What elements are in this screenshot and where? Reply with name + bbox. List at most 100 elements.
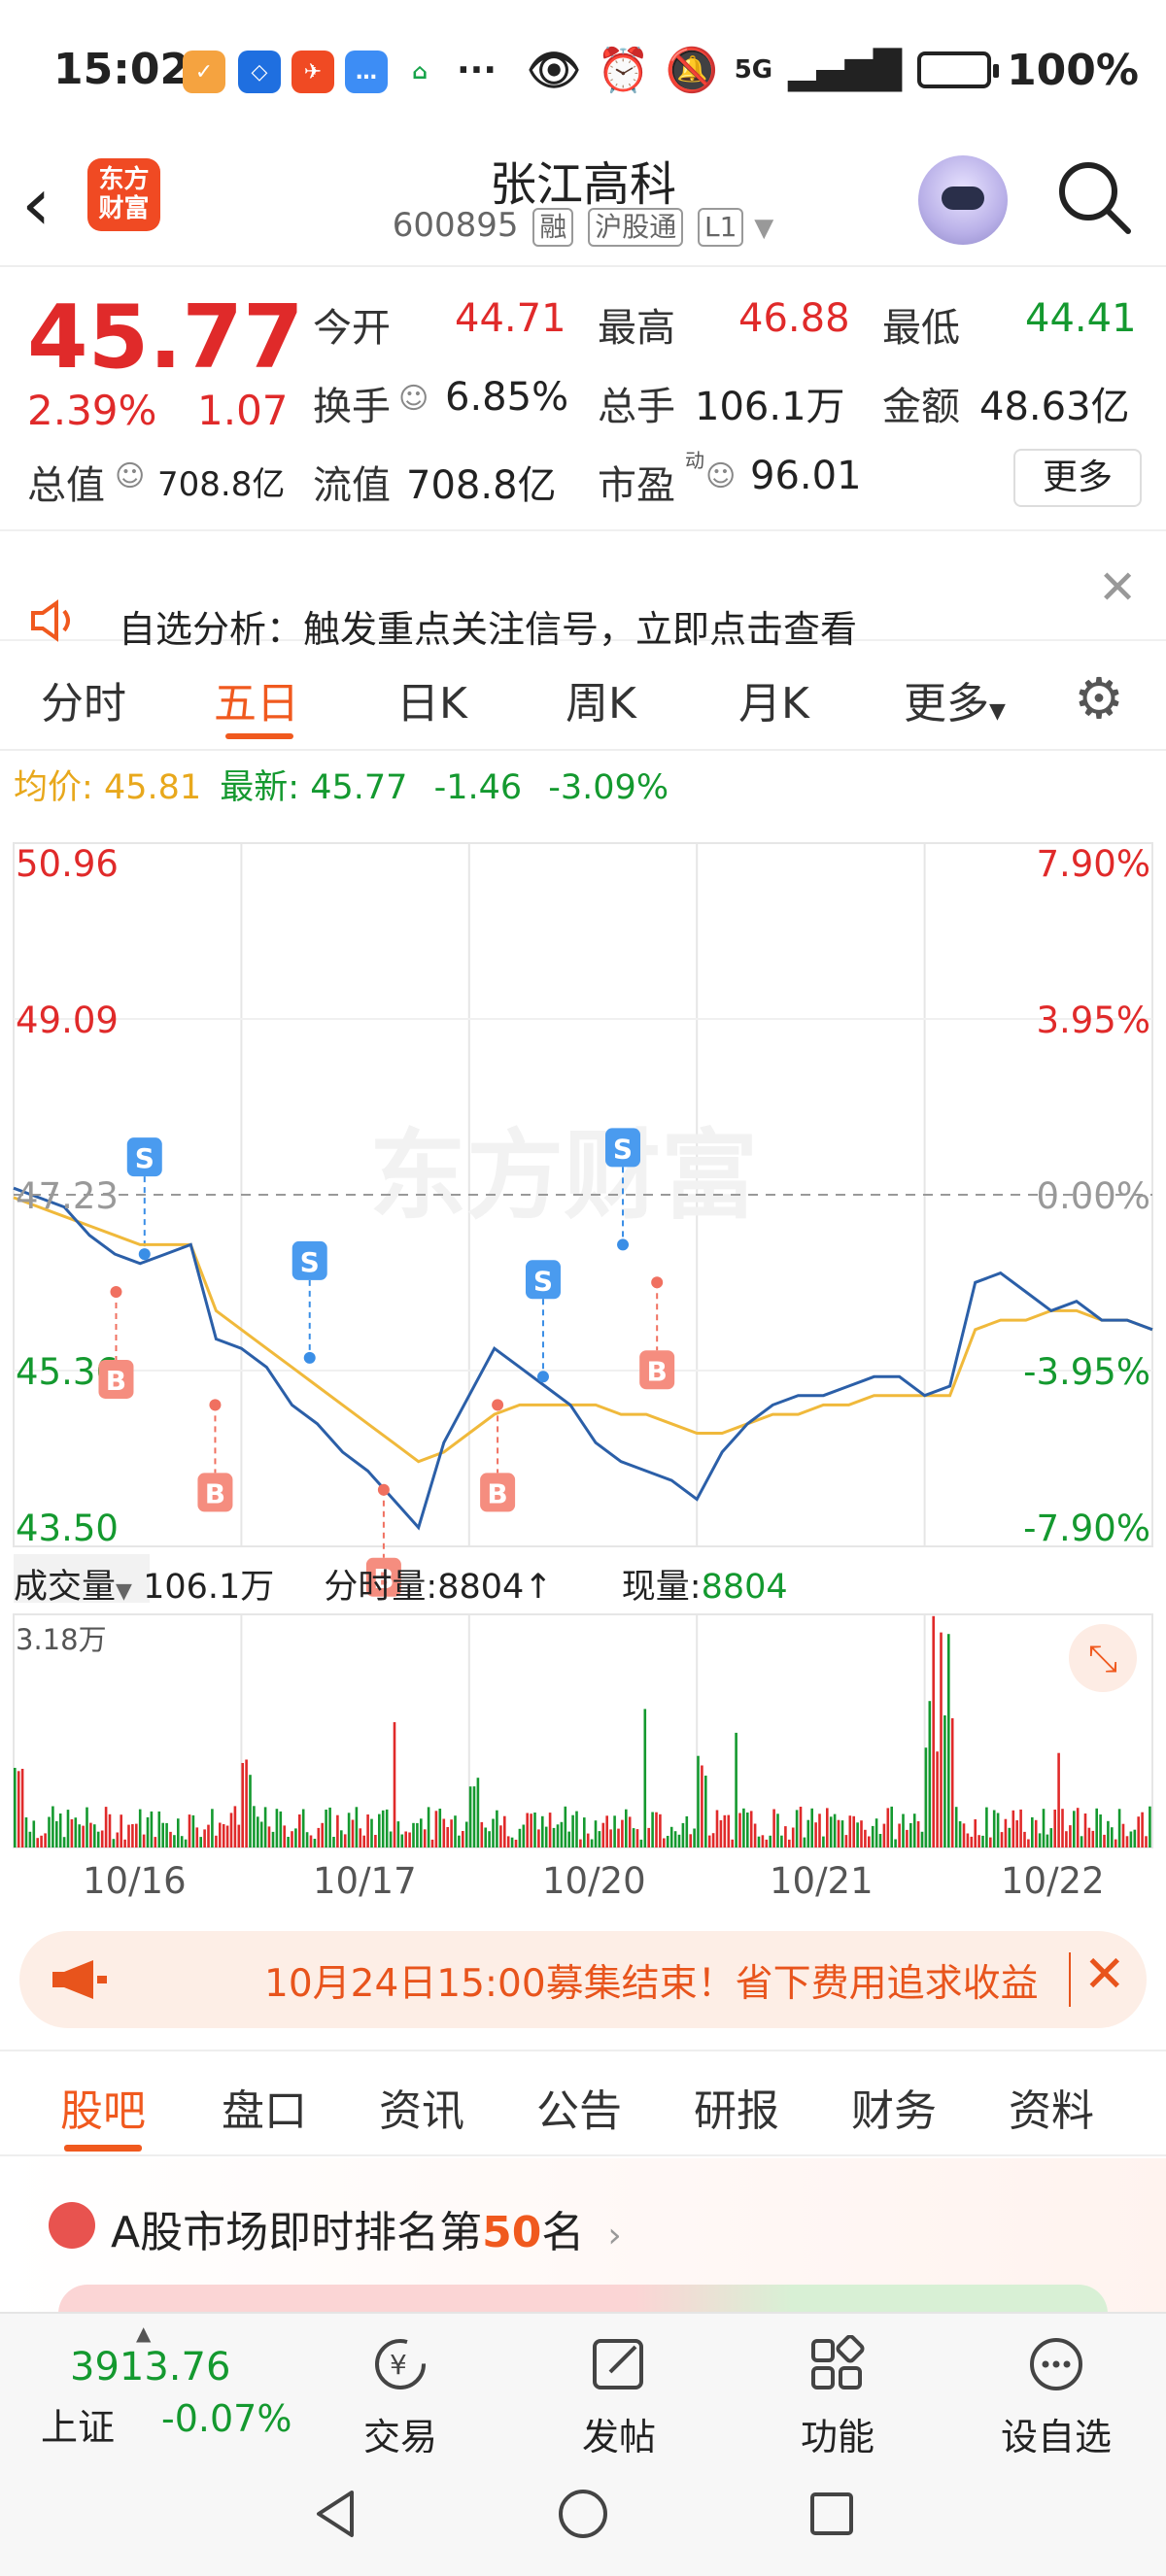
avg-value: 45.81: [103, 768, 202, 807]
gear-icon[interactable]: ⚙: [1074, 665, 1124, 731]
volume-bar: [541, 1815, 544, 1847]
volume-bar: [503, 1815, 506, 1847]
home-nav-icon[interactable]: [556, 2487, 610, 2541]
marker-point: [536, 1371, 549, 1383]
volume-bar: [442, 1818, 446, 1847]
info-icon[interactable]: ☺: [115, 459, 145, 493]
marker-point: [110, 1285, 122, 1298]
message-icon: …: [345, 51, 388, 93]
close-icon[interactable]: ✕: [1098, 560, 1137, 615]
volume-bar: [749, 1811, 753, 1847]
tab-more[interactable]: 更多▼: [904, 668, 1006, 730]
volume-bar: [659, 1813, 662, 1847]
close-icon[interactable]: ✕: [1083, 1946, 1126, 2004]
tab-monthly-k[interactable]: 月K: [738, 668, 809, 730]
info-icon[interactable]: ☺: [705, 459, 736, 493]
info-icon[interactable]: ☺: [398, 382, 429, 416]
rank-section[interactable]: A股市场即时排名第50名 ›: [0, 2158, 1166, 2314]
tab-profile[interactable]: 资料: [1009, 2076, 1094, 2138]
volume-bar: [522, 1824, 526, 1847]
volume-bar: [818, 1813, 821, 1847]
volume-bar: [1015, 1820, 1018, 1847]
volume-bar: [472, 1786, 476, 1847]
volume-bar: [279, 1811, 283, 1847]
volume-bar: [803, 1837, 806, 1847]
tab-research[interactable]: 研报: [694, 2076, 779, 2138]
expand-icon[interactable]: ⤡: [1069, 1624, 1137, 1692]
volume-bar: [1076, 1808, 1080, 1847]
volume-bar: [188, 1814, 191, 1847]
volume-bar: [222, 1824, 225, 1847]
tab-daily-k[interactable]: 日K: [396, 668, 467, 730]
marker-label: S: [135, 1142, 154, 1174]
promo-banner[interactable]: 10月24日15:00募集结束！省下费用追求收益 ✕: [19, 1931, 1147, 2028]
volume-bar: [970, 1836, 974, 1847]
volume-bar: [707, 1835, 711, 1847]
tab-weekly-k[interactable]: 周K: [566, 668, 636, 730]
low-label: 最低: [882, 306, 960, 351]
volume-bar: [336, 1814, 339, 1847]
connect-tag: 沪股通: [588, 208, 684, 247]
tab-orderbook[interactable]: 盘口: [222, 2076, 307, 2138]
volume-bar: [617, 1828, 620, 1847]
volume-bar: [609, 1829, 612, 1847]
volume-bar: [259, 1821, 263, 1847]
volume-bar: [1080, 1836, 1083, 1847]
volume-bar: [666, 1836, 669, 1847]
volume-bar: [598, 1831, 601, 1847]
marker-label: S: [300, 1246, 320, 1278]
volume-bar: [954, 1807, 958, 1847]
volume-bar: [1145, 1836, 1148, 1847]
more-button[interactable]: 更多: [1013, 449, 1142, 507]
price-volume-chart[interactable]: 东方财富 50.96 7.90%49.09 3.95%47.23 0.00%45.36…: [0, 816, 1166, 1904]
volume-bar: [219, 1822, 222, 1847]
volume-bar: [575, 1811, 578, 1847]
volume-bar: [347, 1813, 351, 1847]
tab-forum[interactable]: 股吧: [60, 2076, 146, 2138]
y-pct-tick-label: -7.90%: [1023, 1508, 1150, 1549]
volume-bar: [936, 1751, 939, 1847]
notice-bar[interactable]: 自选分析：触发重点关注信号，立即点击查看 ✕: [0, 529, 1166, 651]
tab-five-day[interactable]: 五日: [214, 668, 299, 730]
volume-bar: [1111, 1827, 1114, 1847]
volume-bar: [28, 1831, 32, 1847]
volume-bar: [100, 1830, 104, 1847]
index-value[interactable]: 3913.76: [70, 2345, 230, 2390]
volume-bar: [82, 1825, 85, 1847]
functions-button[interactable]: 功能: [765, 2334, 910, 2460]
volume-bar: [701, 1765, 703, 1847]
volume-bar: [894, 1839, 897, 1847]
margin-tag: 融: [532, 208, 574, 247]
tab-announcements[interactable]: 公告: [536, 2076, 622, 2138]
volume-bar: [772, 1809, 775, 1847]
tab-financials[interactable]: 财务: [851, 2076, 937, 2138]
index-name[interactable]: 上证: [41, 2397, 115, 2451]
volume-bar: [1061, 1809, 1064, 1847]
marker-point: [209, 1399, 222, 1411]
volume-bar: [157, 1811, 161, 1847]
arrow-up-icon: ↑: [524, 1568, 553, 1607]
assistant-robot-icon[interactable]: [918, 155, 1008, 245]
trade-button[interactable]: ¥ 交易: [327, 2335, 473, 2460]
battery-level: 100%: [1007, 45, 1139, 95]
recents-nav-icon[interactable]: [805, 2487, 859, 2541]
trade-icon: ¥: [375, 2339, 426, 2390]
index-change[interactable]: -0.07%: [161, 2397, 292, 2440]
volume-bar: [583, 1817, 586, 1847]
status-bar: 15:02 ✓ ◇ ✈ … ⌂ ··· 👁 ⏰ 🔕 5G ▂▄▆█ 100%: [0, 0, 1166, 146]
tab-intraday[interactable]: 分时: [41, 668, 126, 730]
add-watchlist-button[interactable]: 设自选: [983, 2335, 1129, 2460]
volume-bar: [981, 1835, 984, 1847]
volume-bar: [1087, 1827, 1091, 1847]
eye-icon: 👁: [527, 46, 582, 95]
volume-bar: [120, 1814, 122, 1847]
change-percent: 2.39%: [27, 387, 157, 434]
search-icon[interactable]: [1054, 157, 1134, 237]
post-button[interactable]: 发帖: [546, 2335, 692, 2460]
volume-bar: [871, 1825, 874, 1847]
back-nav-icon[interactable]: [309, 2487, 363, 2541]
volume-bar: [1008, 1827, 1012, 1847]
tab-news[interactable]: 资讯: [379, 2076, 464, 2138]
diff-percent: -3.09%: [548, 768, 669, 807]
marker-label: B: [205, 1477, 225, 1509]
